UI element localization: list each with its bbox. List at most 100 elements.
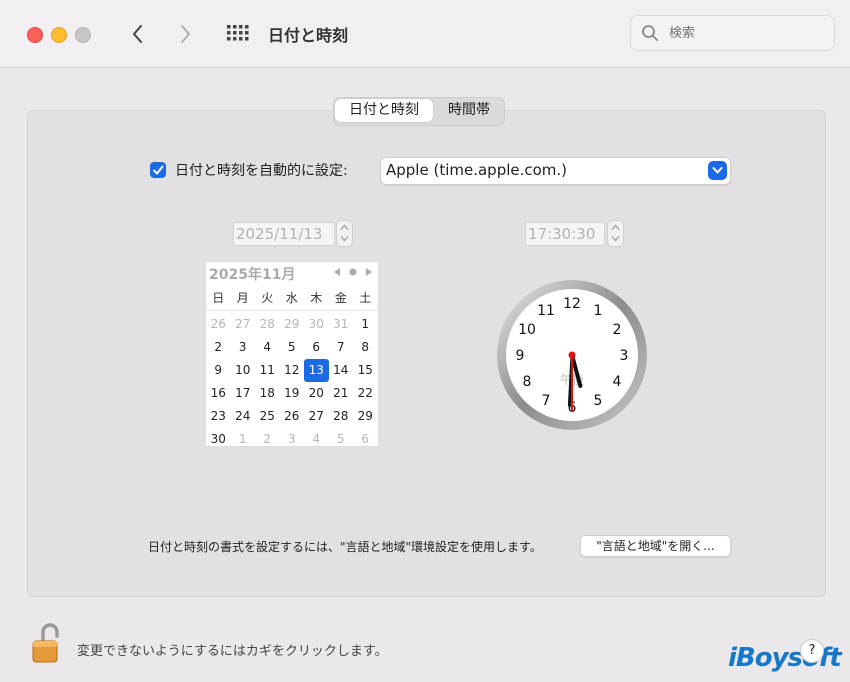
calendar-day[interactable]: 6: [353, 428, 378, 451]
calendar-day[interactable]: 17: [231, 382, 256, 405]
calendar-day[interactable]: 15: [353, 359, 378, 382]
calendar-day[interactable]: 22: [353, 382, 378, 405]
calendar-day[interactable]: 28: [329, 405, 354, 428]
calendar-day[interactable]: 2: [206, 336, 231, 359]
next-month-icon[interactable]: [365, 268, 372, 276]
calendar-day[interactable]: 12: [280, 359, 305, 382]
chevron-down-icon: [712, 167, 723, 174]
search-input[interactable]: [667, 22, 826, 44]
weekday-label: 水: [285, 291, 298, 305]
calendar-day[interactable]: 26: [206, 313, 231, 336]
calendar-week-row: 23 24 25 26 27 28 29: [206, 405, 378, 428]
dropdown-button[interactable]: [708, 161, 727, 180]
calendar-day[interactable]: 8: [353, 336, 378, 359]
open-language-region-button[interactable]: "言語と地域"を開く...: [580, 535, 731, 557]
preferences-window: 日付と時刻 日付と時刻 時間帯 日付と時刻を自動的に設定: Apple (tim…: [0, 0, 850, 682]
weekday-label: 金: [334, 291, 347, 305]
calendar-month-label: 2025年11月: [209, 267, 296, 283]
calendar-day[interactable]: 1: [353, 313, 378, 336]
prev-month-icon[interactable]: [334, 268, 341, 276]
clock-numeral: 1: [594, 303, 603, 319]
calendar-day[interactable]: 21: [329, 382, 354, 405]
weekday-label: 土: [359, 291, 372, 305]
calendar-day[interactable]: 26: [280, 405, 305, 428]
calendar-day[interactable]: 5: [280, 336, 305, 359]
calendar-day[interactable]: 9: [206, 359, 231, 382]
minimize-button[interactable]: [51, 27, 67, 43]
calendar-day[interactable]: 25: [255, 405, 280, 428]
calendar-day[interactable]: 31: [329, 313, 354, 336]
calendar-day[interactable]: 27: [231, 313, 256, 336]
search-box[interactable]: [630, 15, 835, 51]
calendar[interactable]: 2025年11月 日月火水木金土 26 27 28 29 30 31 1 2 3 4 5 6 7 8 9 10…: [205, 261, 379, 447]
stepper-up-icon: [611, 224, 620, 230]
clock-numeral: 7: [542, 393, 551, 409]
calendar-day[interactable]: 29: [280, 313, 305, 336]
calendar-day[interactable]: 20: [304, 382, 329, 405]
window-title: 日付と時刻: [268, 26, 349, 45]
date-stepper[interactable]: [336, 220, 353, 247]
time-field[interactable]: 17:30:30: [525, 222, 605, 246]
forward-button[interactable]: [172, 20, 198, 48]
titlebar: 日付と時刻: [0, 0, 850, 68]
clock-numeral: 12: [563, 296, 581, 312]
calendar-day[interactable]: 11: [255, 359, 280, 382]
calendar-day[interactable]: 14: [329, 359, 354, 382]
calendar-grid: 26 27 28 29 30 31 1 2 3 4 5 6 7 8 9 10 11 12 13 14 15 16 17 18 1…: [206, 313, 378, 451]
calendar-day[interactable]: 30: [304, 313, 329, 336]
calendar-day[interactable]: 23: [206, 405, 231, 428]
auto-set-label: 日付と時刻を自動的に設定:: [175, 163, 348, 179]
auto-set-row: 日付と時刻を自動的に設定:: [150, 157, 348, 183]
calendar-weekday-header: 日月火水木金土: [206, 289, 378, 311]
analog-clock: 121234567891011 午後: [497, 280, 647, 430]
weekday-label: 月: [236, 291, 249, 305]
weekday-label: 日: [212, 291, 225, 305]
time-server-select[interactable]: Apple (time.apple.com.): [380, 157, 731, 185]
calendar-day[interactable]: 16: [206, 382, 231, 405]
show-all-button[interactable]: [225, 22, 249, 46]
calendar-day[interactable]: 3: [231, 336, 256, 359]
calendar-day-selected[interactable]: 13: [304, 359, 329, 382]
search-icon: [642, 25, 658, 41]
help-button[interactable]: ?: [800, 639, 824, 663]
stepper-down-icon: [340, 236, 349, 242]
calendar-day[interactable]: 28: [255, 313, 280, 336]
tab-time-zone[interactable]: 時間帯: [434, 98, 504, 123]
calendar-day[interactable]: 5: [329, 428, 354, 451]
calendar-day[interactable]: 18: [255, 382, 280, 405]
auto-set-checkbox[interactable]: [150, 162, 166, 178]
calendar-day[interactable]: 4: [304, 428, 329, 451]
calendar-day[interactable]: 7: [329, 336, 354, 359]
today-dot-icon[interactable]: [349, 268, 357, 276]
calendar-day[interactable]: 27: [304, 405, 329, 428]
back-button[interactable]: [125, 20, 151, 48]
calendar-day[interactable]: 19: [280, 382, 305, 405]
calendar-day[interactable]: 3: [280, 428, 305, 451]
calendar-day[interactable]: 29: [353, 405, 378, 428]
date-field[interactable]: 2025/11/13: [233, 222, 335, 246]
calendar-day[interactable]: 10: [231, 359, 256, 382]
calendar-week-row: 16 17 18 19 20 21 22: [206, 382, 378, 405]
calendar-day[interactable]: 6: [304, 336, 329, 359]
checkmark-icon: [153, 165, 164, 175]
lock-hint: 変更できないようにするにはカギをクリックします。: [77, 644, 388, 659]
time-stepper[interactable]: [607, 220, 624, 247]
calendar-day[interactable]: 4: [255, 336, 280, 359]
weekday-label: 木: [310, 291, 323, 305]
tab-bar: 日付と時刻 時間帯: [333, 97, 505, 126]
calendar-day[interactable]: 30: [206, 428, 231, 451]
calendar-week-row: 9 10 11 12 13 14 15: [206, 359, 378, 382]
stepper-up-icon: [340, 224, 349, 230]
clock-numeral: 8: [523, 374, 532, 390]
time-server-value: Apple (time.apple.com.): [386, 161, 568, 179]
calendar-day[interactable]: 24: [231, 405, 256, 428]
calendar-week-row: 26 27 28 29 30 31 1: [206, 313, 378, 336]
calendar-day[interactable]: 1: [231, 428, 256, 451]
close-button[interactable]: [27, 27, 43, 43]
zoom-button[interactable]: [75, 27, 91, 43]
lock-button[interactable]: [30, 622, 64, 664]
chevron-left-icon: [133, 25, 142, 43]
clock-numeral: 11: [537, 303, 555, 319]
calendar-day[interactable]: 2: [255, 428, 280, 451]
tab-date-time[interactable]: 日付と時刻: [335, 99, 433, 122]
